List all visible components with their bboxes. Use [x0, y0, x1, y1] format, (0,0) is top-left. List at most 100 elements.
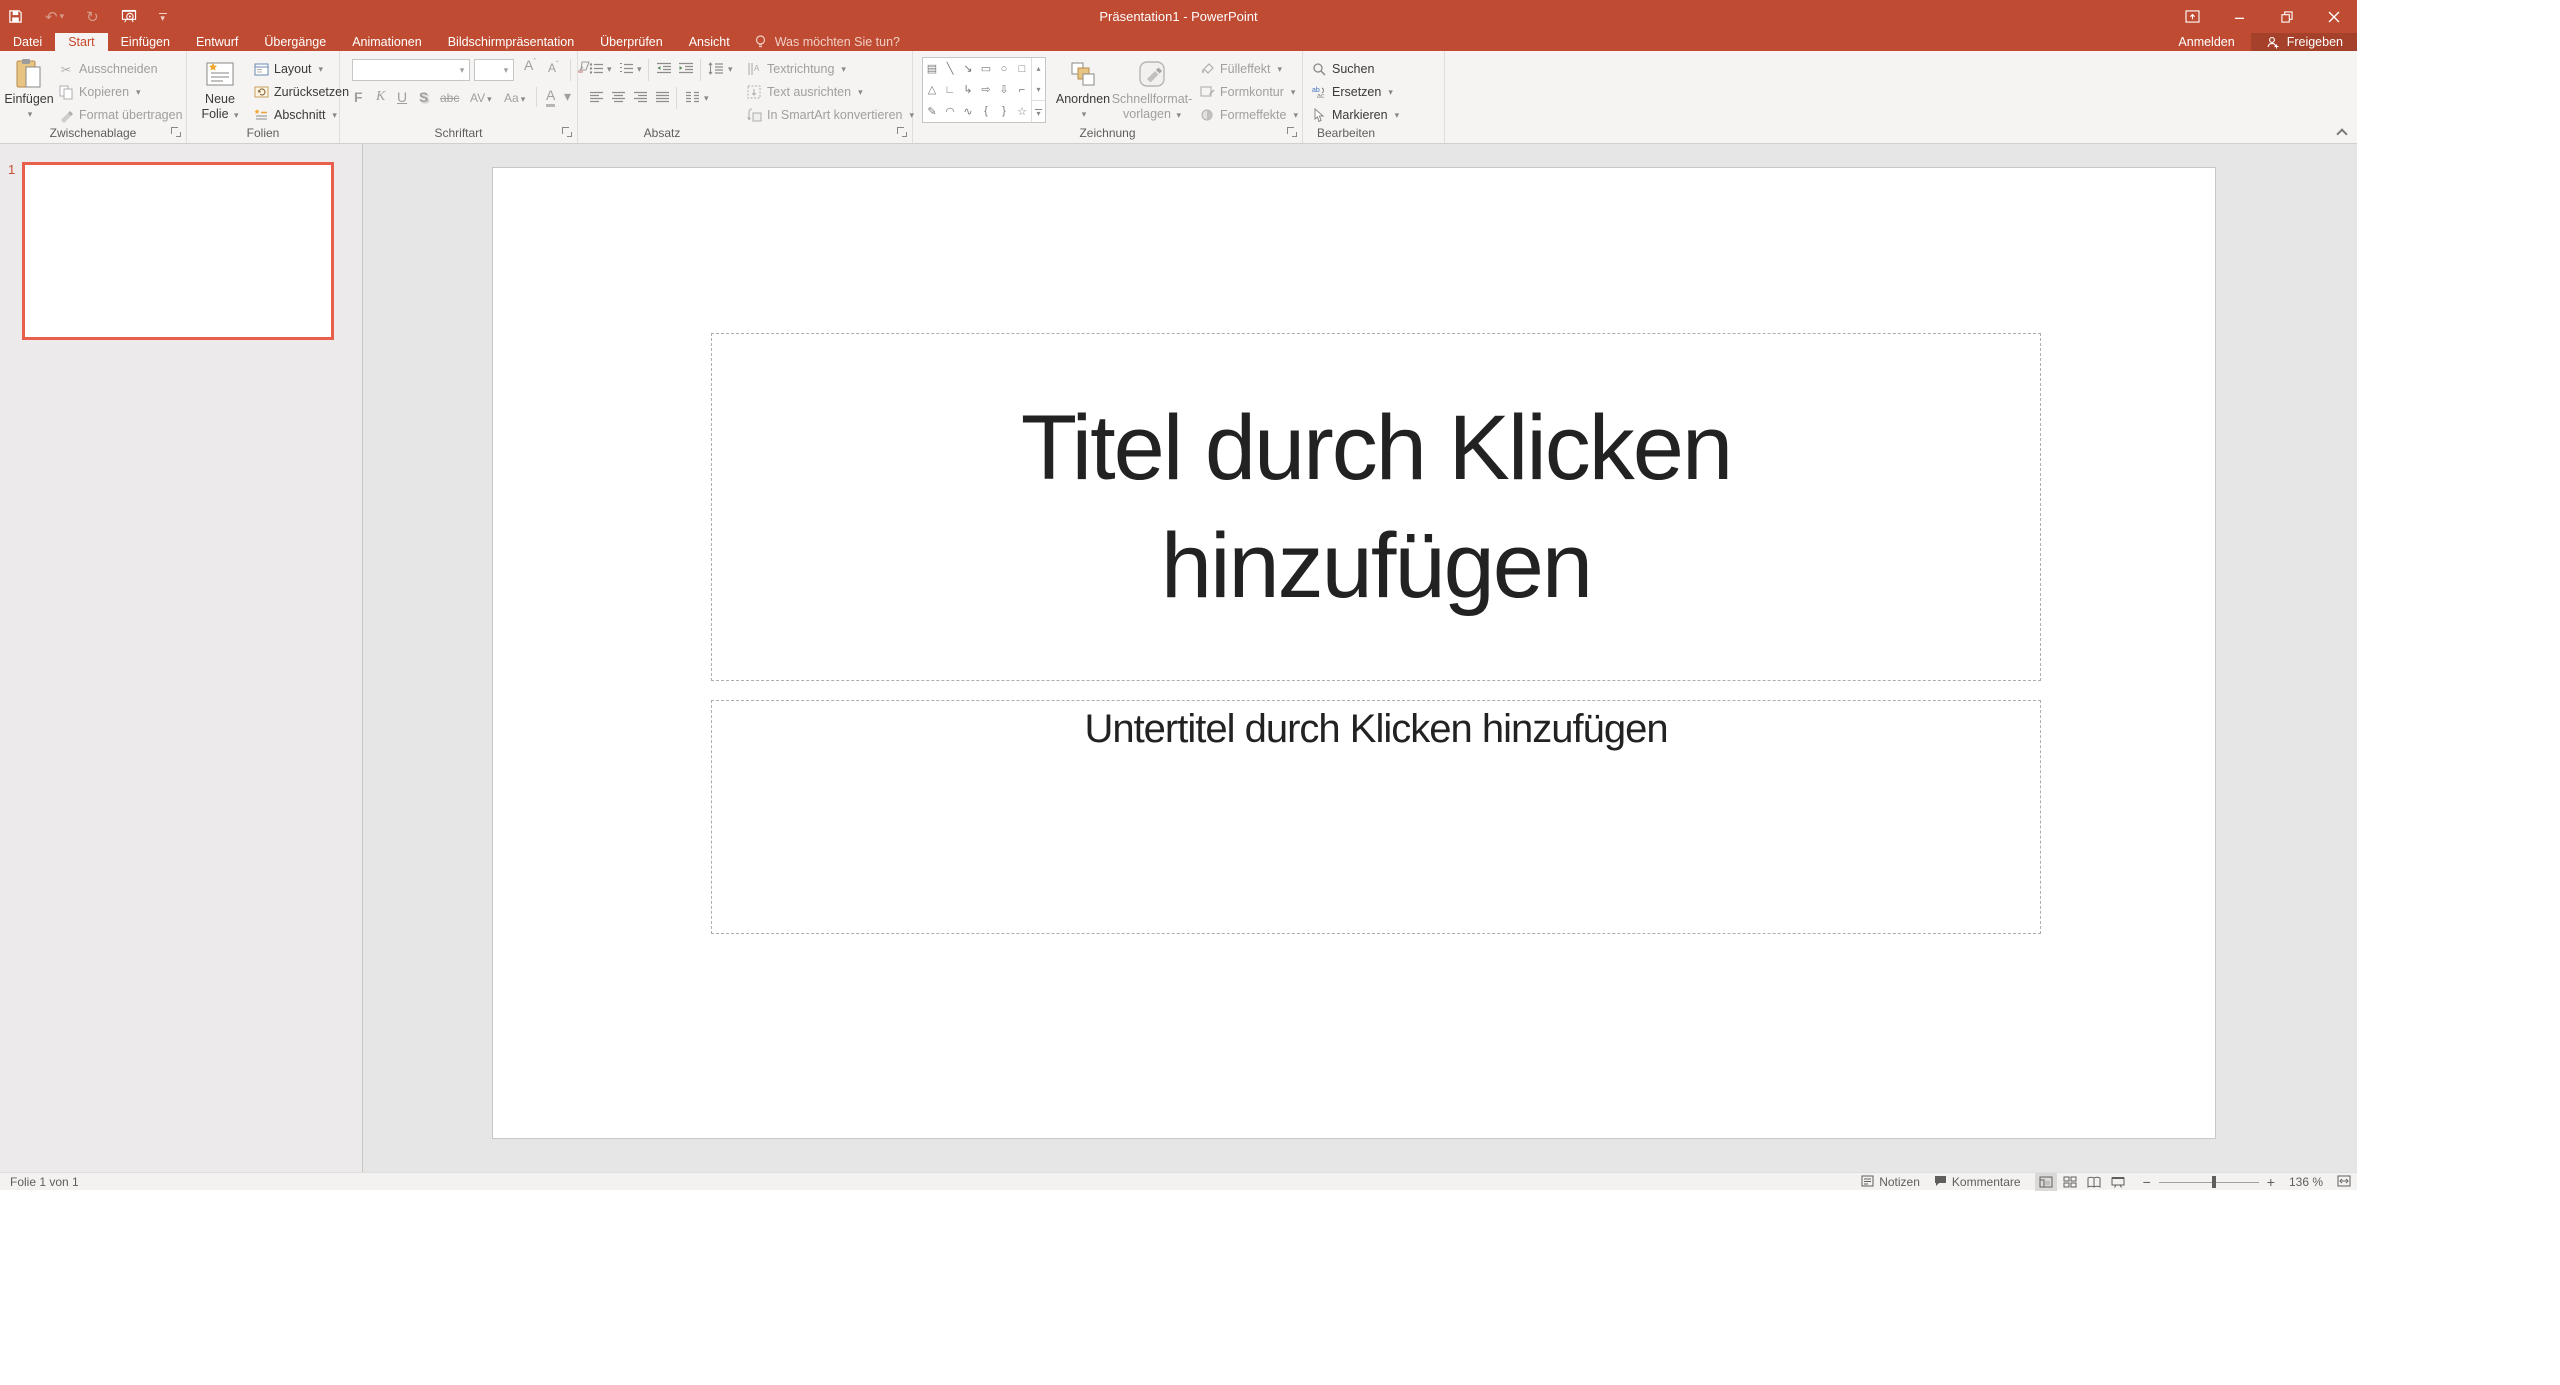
shape-cell[interactable]: }	[995, 101, 1013, 122]
font-dialog-launcher-icon[interactable]	[562, 127, 573, 138]
tab-start[interactable]: Start	[55, 33, 107, 51]
font-size-dropdown-icon[interactable]: ▾	[499, 65, 513, 76]
tab-bildschirmpraesentation[interactable]: Bildschirmpräsentation	[435, 33, 587, 51]
line-spacing-dropdown-icon[interactable]: ▾	[728, 64, 733, 75]
shape-cell[interactable]: ○	[995, 58, 1013, 79]
increase-indent-icon[interactable]	[678, 60, 694, 76]
shape-cell[interactable]: ⇩	[995, 79, 1013, 100]
tab-entwurf[interactable]: Entwurf	[183, 33, 251, 51]
cut-button[interactable]: ✂ Ausschneiden	[58, 58, 158, 80]
tab-datei[interactable]: Datei	[0, 33, 55, 51]
tell-me-box[interactable]: Was möchten Sie tun?	[743, 33, 910, 51]
font-color-dropdown-icon[interactable]: ▾	[564, 85, 571, 107]
close-icon[interactable]	[2310, 0, 2357, 33]
clipboard-dialog-launcher-icon[interactable]	[171, 127, 182, 138]
tab-uebergaenge[interactable]: Übergänge	[251, 33, 339, 51]
shape-cell[interactable]: ▭	[977, 58, 995, 79]
notes-button[interactable]: Notizen	[1861, 1173, 1920, 1191]
slideshow-view-button[interactable]	[2107, 1173, 2129, 1191]
shape-cell[interactable]: ∟	[941, 79, 959, 100]
numbering-icon[interactable]	[618, 60, 634, 76]
select-button[interactable]: Markieren ▾	[1311, 104, 1399, 126]
strikethrough-button[interactable]: abc	[440, 85, 459, 107]
shape-effects-button[interactable]: Formeffekte ▾	[1199, 104, 1298, 126]
font-size-combobox[interactable]: ▾	[474, 59, 514, 81]
shape-cell[interactable]: ✎	[923, 101, 941, 122]
shape-outline-button[interactable]: Formkontur ▾	[1199, 81, 1295, 103]
drawing-dialog-launcher-icon[interactable]	[1287, 127, 1298, 138]
paragraph-dialog-launcher-icon[interactable]	[897, 127, 908, 138]
reset-button[interactable]: Zurücksetzen	[253, 81, 349, 103]
align-left-icon[interactable]	[588, 89, 604, 105]
zoom-level[interactable]: 136 %	[2289, 1175, 2323, 1189]
slide-canvas[interactable]: Titel durch Klicken hinzufügen Untertite…	[493, 168, 2215, 1138]
font-name-dropdown-icon[interactable]: ▾	[455, 65, 469, 76]
share-button[interactable]: Freigeben	[2251, 33, 2357, 51]
columns-dropdown-icon[interactable]: ▾	[704, 93, 709, 104]
tab-animationen[interactable]: Animationen	[339, 33, 435, 51]
subtitle-placeholder[interactable]: Untertitel durch Klicken hinzufügen	[711, 700, 2041, 934]
collapse-ribbon-icon[interactable]	[2337, 128, 2347, 136]
text-shadow-button[interactable]: S	[419, 85, 428, 107]
shape-cell[interactable]: ▤	[923, 58, 941, 79]
align-center-icon[interactable]	[610, 89, 626, 105]
tab-ueberpruefen[interactable]: Überprüfen	[587, 33, 676, 51]
shape-cell[interactable]: △	[923, 79, 941, 100]
shrink-font-button[interactable]: Aˇ	[548, 60, 559, 75]
quick-styles-button[interactable]: Schnellformat- vorlagen ▾	[1113, 56, 1191, 123]
convert-smartart-button[interactable]: In SmartArt konvertieren ▾	[746, 104, 914, 126]
section-button[interactable]: Abschnitt ▾	[253, 104, 337, 126]
gallery-scroll-down-icon[interactable]: ▾	[1032, 79, 1045, 100]
slide-thumbnail[interactable]	[22, 162, 334, 340]
align-text-button[interactable]: Text ausrichten ▾	[746, 81, 863, 103]
bullets-dropdown-icon[interactable]: ▾	[607, 64, 612, 75]
justify-icon[interactable]	[654, 89, 670, 105]
sign-in-button[interactable]: Anmelden	[2162, 33, 2250, 51]
zoom-out-button[interactable]: −	[2143, 1174, 2151, 1190]
shape-cell[interactable]: ◠	[941, 101, 959, 122]
paste-button[interactable]: Einfügen ▾	[6, 56, 52, 122]
bullets-icon[interactable]	[588, 60, 604, 76]
shape-cell[interactable]: {	[977, 101, 995, 122]
change-case-button[interactable]: Aa▾	[504, 85, 525, 107]
font-color-button[interactable]: A	[546, 85, 555, 107]
zoom-slider[interactable]	[2159, 1173, 2259, 1191]
columns-icon[interactable]	[684, 89, 700, 105]
character-spacing-button[interactable]: AV▾	[470, 85, 492, 107]
bold-button[interactable]: F	[354, 85, 363, 107]
shape-cell[interactable]: ⇨	[977, 79, 995, 100]
slide-sorter-view-button[interactable]	[2059, 1173, 2081, 1191]
shape-cell[interactable]: ∿	[959, 101, 977, 122]
zoom-in-button[interactable]: +	[2267, 1174, 2275, 1190]
gallery-scroll-up-icon[interactable]: ▴	[1032, 58, 1045, 79]
normal-view-button[interactable]	[2035, 1173, 2057, 1191]
numbering-dropdown-icon[interactable]: ▾	[637, 64, 642, 75]
shape-cell[interactable]: ↳	[959, 79, 977, 100]
redo-icon[interactable]: ↻	[86, 8, 99, 26]
line-spacing-icon[interactable]	[708, 60, 724, 76]
minimize-icon[interactable]	[2216, 0, 2263, 33]
customize-qat-icon[interactable]: ▾	[159, 13, 167, 20]
reading-view-button[interactable]	[2083, 1173, 2105, 1191]
font-name-combobox[interactable]: ▾	[352, 59, 470, 81]
layout-button[interactable]: Layout ▾	[253, 58, 323, 80]
arrange-button[interactable]: Anordnen ▾	[1055, 56, 1111, 122]
comments-button[interactable]: Kommentare	[1934, 1173, 2021, 1191]
fit-slide-to-window-icon[interactable]	[2337, 1175, 2351, 1190]
new-slide-button[interactable]: Neue Folie ▾	[195, 56, 245, 123]
shape-cell[interactable]: ↘	[959, 58, 977, 79]
undo-icon[interactable]: ↶▾	[45, 8, 64, 26]
decrease-indent-icon[interactable]	[656, 60, 672, 76]
shape-cell[interactable]: ╲	[941, 58, 959, 79]
grow-font-button[interactable]: Aˆ	[524, 57, 536, 73]
ribbon-display-options-icon[interactable]	[2169, 0, 2216, 33]
replace-button[interactable]: abac Ersetzen ▾	[1311, 81, 1393, 103]
start-slideshow-icon[interactable]	[121, 9, 137, 24]
title-placeholder[interactable]: Titel durch Klicken hinzufügen	[711, 333, 2041, 681]
align-right-icon[interactable]	[632, 89, 648, 105]
zoom-slider-handle[interactable]	[2212, 1176, 2216, 1188]
tab-ansicht[interactable]: Ansicht	[676, 33, 743, 51]
shape-cell[interactable]: ⌐	[1013, 79, 1031, 100]
text-direction-button[interactable]: A Textrichtung ▾	[746, 58, 846, 80]
find-button[interactable]: Suchen	[1311, 58, 1374, 80]
